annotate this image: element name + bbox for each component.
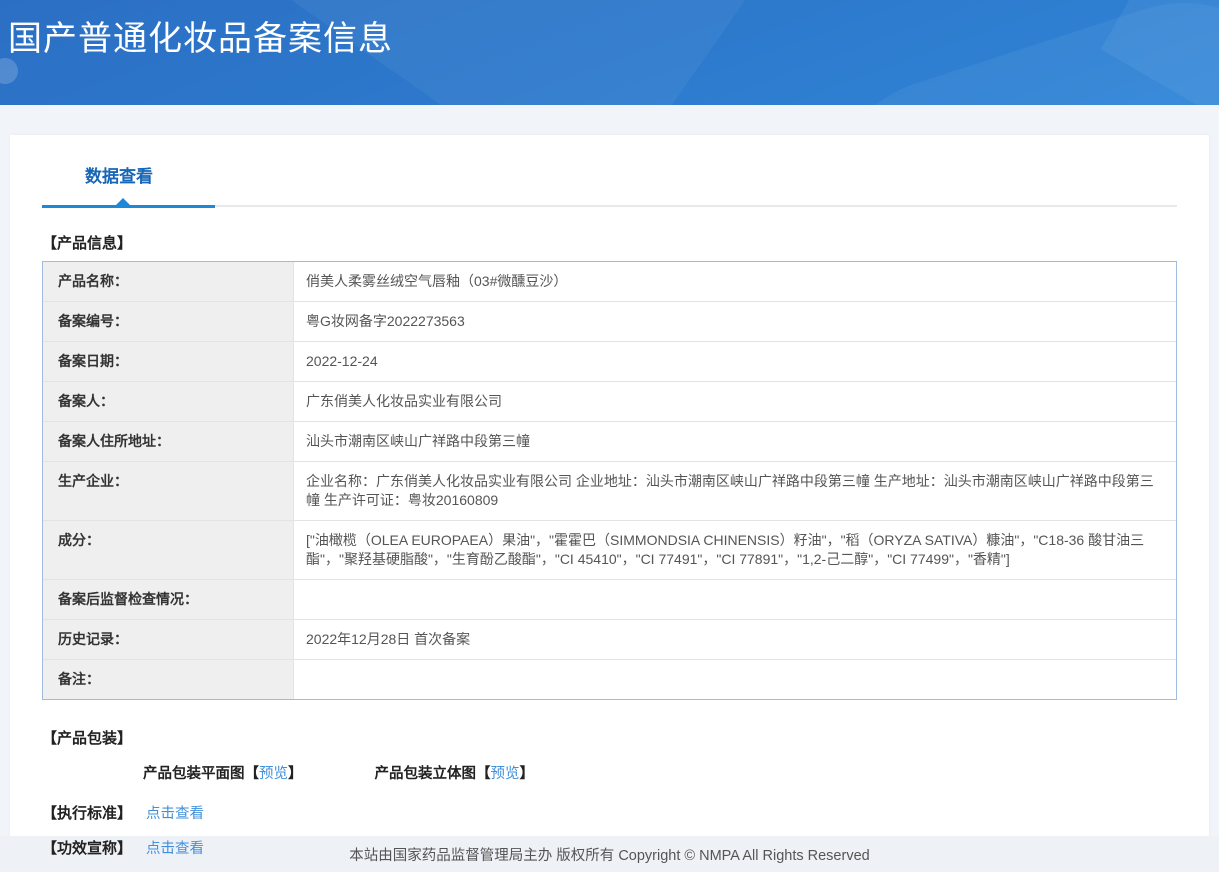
bracket-close: 】 bbox=[288, 766, 303, 782]
row-label: 生产企业： bbox=[43, 462, 294, 520]
product-info-table: 产品名称： 俏美人柔雾丝绒空气唇釉（03#微醺豆沙） 备案编号： 粤G妆网备字2… bbox=[42, 261, 1177, 700]
row-value: 企业名称：广东俏美人化妆品实业有限公司 企业地址：汕头市潮南区峡山广祥路中段第三… bbox=[306, 473, 1154, 508]
page-header: 国产普通化妆品备案信息 bbox=[0, 0, 1219, 105]
row-label: 备案后监督检查情况： bbox=[43, 580, 294, 619]
row-label: 成分： bbox=[43, 521, 294, 579]
standards-section: 【执行标准】 点击查看 bbox=[42, 802, 1177, 823]
tab-active-marker-icon bbox=[116, 198, 130, 205]
preview-flat-link[interactable]: 预览 bbox=[259, 762, 288, 783]
table-row-remarks: 备注： bbox=[43, 660, 1176, 699]
table-row-history: 历史记录： 2022年12月28日 首次备案 bbox=[43, 620, 1176, 660]
section-title-efficacy: 【功效宣称】 bbox=[42, 840, 133, 857]
packaging-3d-label: 产品包装立体图 bbox=[374, 766, 477, 782]
row-value: 广东俏美人化妆品实业有限公司 bbox=[306, 393, 502, 409]
row-value bbox=[294, 580, 1176, 619]
row-value: 汕头市潮南区峡山广祥路中段第三幢 bbox=[306, 433, 530, 449]
copyright-text: 本站由国家药品监督管理局主办 版权所有 Copyright © NMPA All… bbox=[349, 847, 870, 864]
row-label: 产品名称： bbox=[43, 262, 294, 301]
table-row-product-name: 产品名称： 俏美人柔雾丝绒空气唇釉（03#微醺豆沙） bbox=[43, 262, 1176, 302]
header-decoration-circle bbox=[0, 58, 18, 84]
tab-active-indicator bbox=[42, 205, 215, 208]
row-value bbox=[294, 660, 1176, 699]
page-background: 数据查看 【产品信息】 产品名称： 俏美人柔雾丝绒空气唇釉（03#微醺豆沙） 备… bbox=[0, 105, 1219, 857]
table-row-filing-date: 备案日期： 2022-12-24 bbox=[43, 342, 1176, 382]
efficacy-view-link[interactable]: 点击查看 bbox=[146, 837, 204, 858]
row-value: ["油橄榄（OLEA EUROPAEA）果油"，"霍霍巴（SIMMONDSIA … bbox=[306, 532, 1145, 567]
row-value: 2022-12-24 bbox=[306, 353, 378, 369]
content-card: 数据查看 【产品信息】 产品名称： 俏美人柔雾丝绒空气唇釉（03#微醺豆沙） 备… bbox=[10, 135, 1209, 857]
tab-underline bbox=[42, 198, 1177, 208]
table-row-registrant: 备案人： 广东俏美人化妆品实业有限公司 bbox=[43, 382, 1176, 422]
section-title-standards: 【执行标准】 bbox=[42, 805, 133, 822]
table-row-ingredients: 成分： ["油橄榄（OLEA EUROPAEA）果油"，"霍霍巴（SIMMOND… bbox=[43, 521, 1176, 580]
table-row-filing-number: 备案编号： 粤G妆网备字2022273563 bbox=[43, 302, 1176, 342]
row-value: 粤G妆网备字2022273563 bbox=[306, 313, 465, 329]
row-value: 俏美人柔雾丝绒空气唇釉（03#微醺豆沙） bbox=[306, 273, 568, 289]
tab-data-view[interactable]: 数据查看 bbox=[85, 162, 153, 187]
row-label: 备案人： bbox=[43, 382, 294, 421]
section-title-product-info: 【产品信息】 bbox=[42, 235, 133, 252]
bracket-close: 】 bbox=[519, 766, 535, 782]
standards-view-link[interactable]: 点击查看 bbox=[146, 802, 204, 823]
packaging-flat-image-item: 产品包装平面图【预览】 bbox=[143, 762, 303, 783]
section-title-packaging: 【产品包装】 bbox=[42, 730, 133, 747]
table-row-registrant-address: 备案人住所地址： 汕头市潮南区峡山广祥路中段第三幢 bbox=[43, 422, 1176, 462]
row-label: 备案人住所地址： bbox=[43, 422, 294, 461]
packaging-flat-label: 产品包装平面图 bbox=[143, 766, 245, 782]
preview-3d-link[interactable]: 预览 bbox=[491, 762, 520, 783]
row-label: 备注： bbox=[43, 660, 294, 699]
table-row-manufacturer: 生产企业： 企业名称：广东俏美人化妆品实业有限公司 企业地址：汕头市潮南区峡山广… bbox=[43, 462, 1176, 521]
packaging-links-row: 产品包装平面图【预览】 产品包装立体图 【预览】 bbox=[143, 762, 1177, 783]
packaging-3d-image-item: 产品包装立体图 【预览】 bbox=[375, 762, 535, 783]
bracket-open: 【 bbox=[244, 766, 260, 782]
bracket-open: 【 bbox=[476, 766, 491, 782]
row-value: 2022年12月28日 首次备案 bbox=[306, 631, 471, 647]
table-row-supervision-check: 备案后监督检查情况： bbox=[43, 580, 1176, 620]
row-label: 备案编号： bbox=[43, 302, 294, 341]
page-title: 国产普通化妆品备案信息 bbox=[8, 20, 393, 58]
row-label: 备案日期： bbox=[43, 342, 294, 381]
row-label: 历史记录： bbox=[43, 620, 294, 659]
